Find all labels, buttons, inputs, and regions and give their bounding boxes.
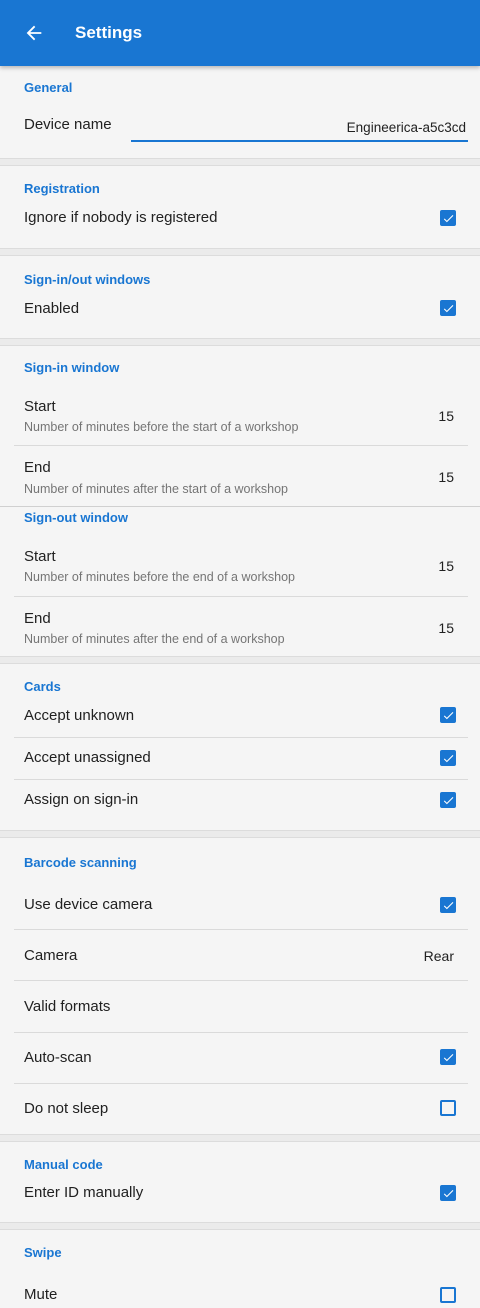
section-registration-title: Registration	[24, 181, 100, 196]
checkmark-icon	[443, 1053, 453, 1061]
section-gap	[0, 1222, 480, 1230]
auto-scan-label: Auto-scan	[24, 1049, 92, 1066]
divider	[14, 779, 468, 780]
divider	[14, 737, 468, 738]
accept-unknown-label: Accept unknown	[24, 707, 135, 724]
accept-unknown-checkbox[interactable]	[440, 707, 456, 723]
divider	[0, 506, 480, 507]
checkmark-icon	[443, 754, 453, 762]
do-not-sleep-checkbox[interactable]	[440, 1100, 456, 1116]
section-gap	[0, 656, 480, 664]
divider	[14, 596, 468, 597]
accept-unassigned-checkbox[interactable]	[440, 750, 456, 766]
back-button[interactable]	[23, 0, 75, 66]
signin-end-value[interactable]: 15	[438, 469, 454, 485]
use-device-camera-label: Use device camera	[24, 896, 153, 913]
device-name-underline	[131, 140, 468, 142]
device-name-field[interactable]: Engineerica-a5c3cd	[347, 120, 466, 135]
accept-unassigned-label: Accept unassigned	[24, 749, 151, 766]
signout-end-value[interactable]: 15	[438, 620, 454, 636]
enabled-checkbox[interactable]	[440, 300, 456, 316]
section-cards-title: Cards	[24, 679, 61, 694]
section-gap	[0, 248, 480, 256]
checkmark-icon	[443, 901, 453, 909]
section-general-title: General	[24, 80, 73, 95]
signin-start-label: Start	[24, 398, 56, 415]
section-signinout-title: Sign-in/out windows	[24, 272, 151, 287]
enter-id-manually-label: Enter ID manually	[24, 1184, 144, 1201]
section-manual-title: Manual code	[24, 1157, 103, 1172]
camera-row[interactable]	[0, 930, 480, 980]
signout-start-value[interactable]: 15	[438, 558, 454, 574]
signout-start-label: Start	[24, 548, 56, 565]
enabled-label: Enabled	[24, 300, 80, 317]
section-gap	[0, 338, 480, 346]
app-bar: Settings	[0, 0, 480, 66]
signin-start-value[interactable]: 15	[438, 408, 454, 424]
signout-end-description: Number of minutes after the end of a wor…	[24, 632, 285, 646]
signin-start-description: Number of minutes before the start of a …	[24, 420, 299, 434]
section-gap	[0, 1134, 480, 1142]
section-signin-window-title: Sign-in window	[24, 360, 120, 375]
do-not-sleep-label: Do not sleep	[24, 1100, 109, 1117]
checkmark-icon	[443, 1189, 453, 1197]
assign-on-signin-checkbox[interactable]	[440, 792, 456, 808]
signout-start-description: Number of minutes before the end of a wo…	[24, 570, 295, 584]
divider	[14, 980, 468, 981]
section-gap	[0, 158, 480, 166]
auto-scan-checkbox[interactable]	[440, 1049, 456, 1065]
enter-id-manually-checkbox[interactable]	[440, 1185, 456, 1201]
arrow-left-icon	[26, 25, 42, 41]
checkmark-icon	[443, 214, 453, 222]
mute-checkbox[interactable]	[440, 1287, 456, 1303]
ignore-if-nobody-checkbox[interactable]	[440, 210, 456, 226]
signout-end-label: End	[24, 610, 51, 627]
section-gap	[0, 830, 480, 838]
assign-on-signin-label: Assign on sign-in	[24, 791, 139, 808]
checkmark-icon	[443, 304, 453, 312]
use-device-camera-checkbox[interactable]	[440, 897, 456, 913]
section-swipe-title: Swipe	[24, 1245, 62, 1260]
section-signout-window-title: Sign-out window	[24, 510, 128, 525]
valid-formats-label[interactable]: Valid formats	[24, 998, 110, 1015]
checkmark-icon	[443, 796, 453, 804]
section-barcode-title: Barcode scanning	[24, 855, 137, 870]
signin-end-description: Number of minutes after the start of a w…	[24, 482, 289, 496]
ignore-if-nobody-label: Ignore if nobody is registered	[24, 209, 218, 226]
divider	[14, 445, 468, 446]
divider	[14, 1032, 468, 1033]
divider	[14, 1083, 468, 1084]
signin-end-label: End	[24, 459, 51, 476]
mute-label: Mute	[24, 1286, 58, 1303]
device-name-label: Device name	[24, 116, 112, 133]
checkmark-icon	[443, 711, 453, 719]
page-title: Settings	[75, 23, 143, 42]
